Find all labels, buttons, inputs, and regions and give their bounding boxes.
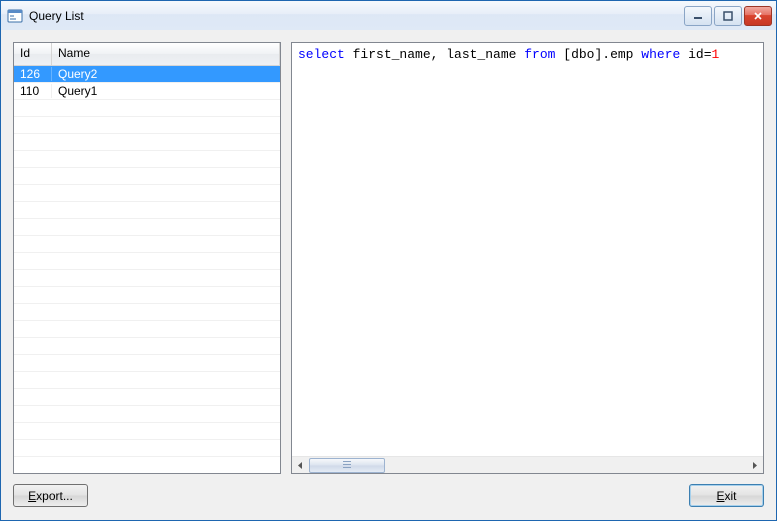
table-row[interactable]: 110Query1: [14, 83, 280, 100]
window-title: Query List: [29, 9, 684, 23]
export-button[interactable]: Export...: [13, 484, 88, 507]
table-row-empty: [14, 219, 280, 236]
table-row-empty: [14, 236, 280, 253]
sql-keyword: select: [298, 47, 345, 62]
table-row-empty: [14, 134, 280, 151]
table-row-empty: [14, 100, 280, 117]
table-row-empty: [14, 253, 280, 270]
scroll-track[interactable]: [309, 457, 746, 474]
cell-name: Query2: [52, 67, 280, 81]
table-row-empty: [14, 168, 280, 185]
table-row-empty: [14, 304, 280, 321]
table-row-empty: [14, 372, 280, 389]
table-row[interactable]: 126Query2: [14, 66, 280, 83]
table-row-empty: [14, 406, 280, 423]
close-button[interactable]: [744, 6, 772, 26]
column-header-name[interactable]: Name: [52, 43, 280, 65]
table-row-empty: [14, 270, 280, 287]
sql-number: 1: [712, 47, 720, 62]
sql-keyword: from: [524, 47, 555, 62]
table-row-empty: [14, 117, 280, 134]
sql-text-fragment: [dbo].emp: [555, 47, 641, 62]
query-list-panel[interactable]: Id Name 126Query2110Query1: [13, 42, 281, 474]
sql-keyword: where: [641, 47, 680, 62]
window-controls: [684, 6, 772, 26]
scroll-thumb[interactable]: [309, 458, 385, 473]
cell-id: 110: [14, 84, 52, 98]
table-row-empty: [14, 151, 280, 168]
table-row-empty: [14, 287, 280, 304]
table-row-empty: [14, 389, 280, 406]
table-row-empty: [14, 321, 280, 338]
sql-text-fragment: first_name, last_name: [345, 47, 524, 62]
titlebar[interactable]: Query List: [1, 1, 776, 31]
grid-header[interactable]: Id Name: [14, 43, 280, 66]
app-icon: [7, 8, 23, 24]
bottom-button-row: Export... Exit: [13, 484, 764, 507]
exit-button[interactable]: Exit: [689, 484, 764, 507]
sql-preview-panel: select first_name, last_name from [dbo].…: [291, 42, 764, 474]
table-row-empty: [14, 185, 280, 202]
table-row-empty: [14, 423, 280, 440]
grid-body[interactable]: 126Query2110Query1: [14, 66, 280, 473]
table-row-empty: [14, 338, 280, 355]
cell-name: Query1: [52, 84, 280, 98]
client-area: Id Name 126Query2110Query1 select first_…: [1, 30, 776, 520]
minimize-button[interactable]: [684, 6, 712, 26]
scroll-right-arrow[interactable]: [746, 457, 763, 474]
table-row-empty: [14, 440, 280, 457]
horizontal-scrollbar[interactable]: [292, 456, 763, 473]
table-row-empty: [14, 202, 280, 219]
table-row-empty: [14, 355, 280, 372]
column-header-id[interactable]: Id: [14, 43, 52, 65]
sql-text[interactable]: select first_name, last_name from [dbo].…: [292, 43, 763, 456]
table-row-empty: [14, 457, 280, 473]
sql-text-fragment: id=: [680, 47, 711, 62]
maximize-button[interactable]: [714, 6, 742, 26]
cell-id: 126: [14, 67, 52, 81]
scroll-left-arrow[interactable]: [292, 457, 309, 474]
